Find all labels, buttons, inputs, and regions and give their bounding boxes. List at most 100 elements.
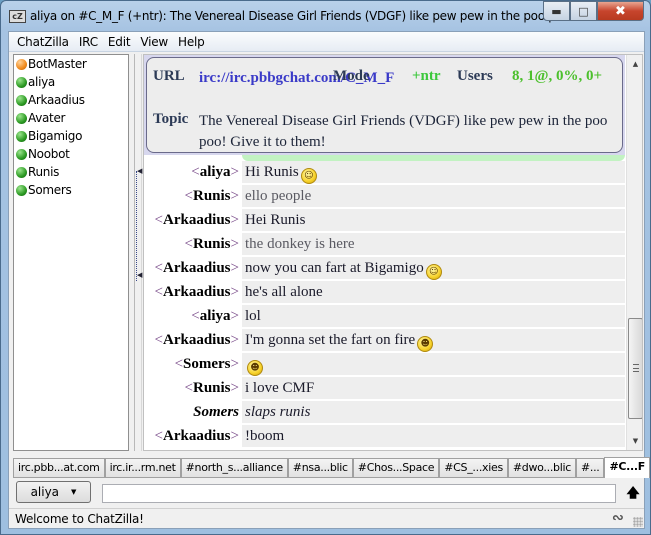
nickname-button[interactable]: aliya ▼ (16, 481, 91, 503)
message-row: <Runis> the donkey is here (144, 233, 625, 257)
message-nick[interactable]: Somers (144, 401, 241, 425)
view-tab[interactable]: irc.pbb...at.com (13, 458, 105, 477)
nick-name: aliya (199, 308, 231, 324)
view-tab[interactable]: #nsa...blic (287, 458, 353, 477)
maximize-icon: □ (578, 4, 589, 18)
resize-grip-icon[interactable] (633, 517, 643, 527)
message-row: <Arkaadius> now you can fart at Bigamigo ☺ (144, 257, 625, 281)
view-tab[interactable]: #north_s...alliance (180, 458, 288, 477)
message-nick[interactable]: <aliya> (144, 161, 241, 185)
nick-name: Arkaadius (163, 260, 231, 276)
menu-bar: ChatZilla IRC Edit View Help (9, 32, 644, 52)
message-body: i love CMF (245, 380, 315, 396)
message-nick[interactable]: <Runis> (144, 185, 241, 209)
channel-info-box: URL irc://irc.pbbgchat.com/C_M_F Mode +n… (146, 57, 623, 153)
message-body: now you can fart at Bigamigo (245, 260, 424, 276)
user-list-item[interactable]: aliya (14, 73, 128, 91)
nick-bracket-close: > (230, 260, 239, 276)
view-tab[interactable]: #Chos...Space (352, 458, 440, 477)
message-nick[interactable]: <Runis> (144, 233, 241, 257)
chat-scrollbar[interactable]: ▲ ▼ (626, 55, 642, 450)
title-bar[interactable]: cZ aliya on #C_M_F (+ntr): The Venereal … (1, 1, 650, 31)
message-body: ello people (245, 188, 312, 204)
scroll-down-icon[interactable]: ▼ (627, 434, 642, 448)
user-name: aliya (28, 75, 55, 89)
close-button[interactable]: ✖ (597, 1, 644, 21)
window-controls: ▬ □ ✖ (543, 1, 644, 21)
message-row: <Arkaadius> I'm gonna set the fart on fir… (144, 329, 625, 353)
splitter-grippy[interactable]: ◀ ◀ (136, 167, 143, 281)
nick-bracket-open: < (154, 212, 163, 228)
user-list-item[interactable]: Bigamigo (14, 127, 128, 145)
view-tab[interactable]: irc.ir...rm.net (104, 458, 181, 477)
userlist-splitter[interactable]: ◀ ◀ (134, 54, 142, 451)
nick-bracket-open: < (154, 260, 163, 276)
user-list-item[interactable]: Noobot (14, 145, 128, 163)
client-area: ChatZilla IRC Edit View Help BotMaster al… (8, 31, 651, 529)
user-list-item[interactable]: Arkaadius (14, 91, 128, 109)
user-list-item[interactable]: Somers (14, 181, 128, 199)
collapse-left-icon: ◀ (137, 167, 143, 175)
message-row: <Runis> i love CMF (144, 377, 625, 401)
nick-bracket-close: > (230, 236, 239, 252)
smile-smiley-icon: ☺ (300, 168, 317, 184)
operator-status-icon (16, 58, 27, 70)
user-list-item[interactable]: Avater (14, 109, 128, 127)
message-nick[interactable]: <Arkaadius> (144, 257, 241, 281)
view-tab[interactable]: #CS_...xies (439, 458, 508, 477)
user-list-item[interactable]: BotMaster (14, 55, 128, 73)
nick-bracket-close: > (230, 164, 239, 180)
message-text: I'm gonna set the fart on fire ☻ (242, 329, 625, 352)
menu-help[interactable]: Help (174, 35, 209, 49)
message-nick[interactable]: <Arkaadius> (144, 281, 241, 305)
user-name: Bigamigo (28, 129, 83, 143)
message-body: slaps runis (245, 404, 311, 420)
scrollbar-thumb[interactable] (628, 318, 642, 419)
message-nick[interactable]: <aliya> (144, 305, 241, 329)
menu-chatzilla[interactable]: ChatZilla (13, 35, 73, 49)
grin-smiley-icon: ☻ (247, 360, 263, 376)
message-list: <aliya> Hi Runis ☺ <Runis> ello people <Arkaa… (144, 161, 625, 449)
user-status-icon (16, 184, 27, 196)
wink-smiley-icon: ☺ (425, 264, 442, 280)
nick-name: Arkaadius (163, 212, 231, 228)
menu-view[interactable]: View (136, 35, 172, 49)
nick-name: Runis (193, 380, 231, 396)
nick-bracket-close: > (230, 308, 239, 324)
message-body: Hei Runis (245, 212, 306, 228)
minimize-icon: ▬ (551, 4, 562, 18)
message-input[interactable] (102, 484, 616, 503)
user-status-icon (16, 166, 27, 178)
message-nick[interactable]: <Runis> (144, 377, 241, 401)
message-row: <aliya> Hi Runis ☺ (144, 161, 625, 185)
user-list[interactable]: BotMaster aliya Arkaadius Avater Bigamigo Noo… (13, 54, 129, 451)
channel-topic[interactable]: The Venereal Disease Girl Friends (VDGF)… (199, 111, 609, 153)
menu-edit[interactable]: Edit (104, 35, 134, 49)
collapse-left-icon: ◀ (137, 271, 143, 279)
scroll-up-icon[interactable]: ▲ (627, 57, 642, 71)
message-nick[interactable]: <Somers> (144, 353, 241, 377)
view-tab[interactable]: #... (575, 458, 605, 477)
user-list-item[interactable]: Runis (14, 163, 128, 181)
minimize-button[interactable]: ▬ (543, 1, 570, 21)
message-text: lol (242, 305, 625, 327)
user-name: Runis (28, 165, 60, 179)
menu-irc[interactable]: IRC (75, 35, 102, 49)
message-nick[interactable]: <Arkaadius> (144, 425, 241, 449)
maximize-button[interactable]: □ (570, 1, 597, 21)
nick-bracket-open: < (184, 236, 193, 252)
message-text: the donkey is here (242, 233, 625, 255)
nick-name: Somers (183, 356, 231, 372)
nick-bracket-close: > (230, 332, 239, 348)
message-nick[interactable]: <Arkaadius> (144, 329, 241, 353)
message-nick[interactable]: <Arkaadius> (144, 209, 241, 233)
dropdown-arrow-icon: ▼ (71, 488, 77, 496)
multiline-toggle-icon[interactable]: 🡅 (626, 484, 640, 502)
nick-name: Somers (193, 404, 239, 420)
url-label: URL (153, 68, 185, 84)
view-tab[interactable]: #dwo...blic (507, 458, 576, 477)
message-text: !boom (242, 425, 625, 447)
connection-status-icon: ∾ (612, 510, 624, 526)
view-tab[interactable]: #C...F (604, 457, 651, 478)
nick-bracket-open: < (184, 188, 193, 204)
